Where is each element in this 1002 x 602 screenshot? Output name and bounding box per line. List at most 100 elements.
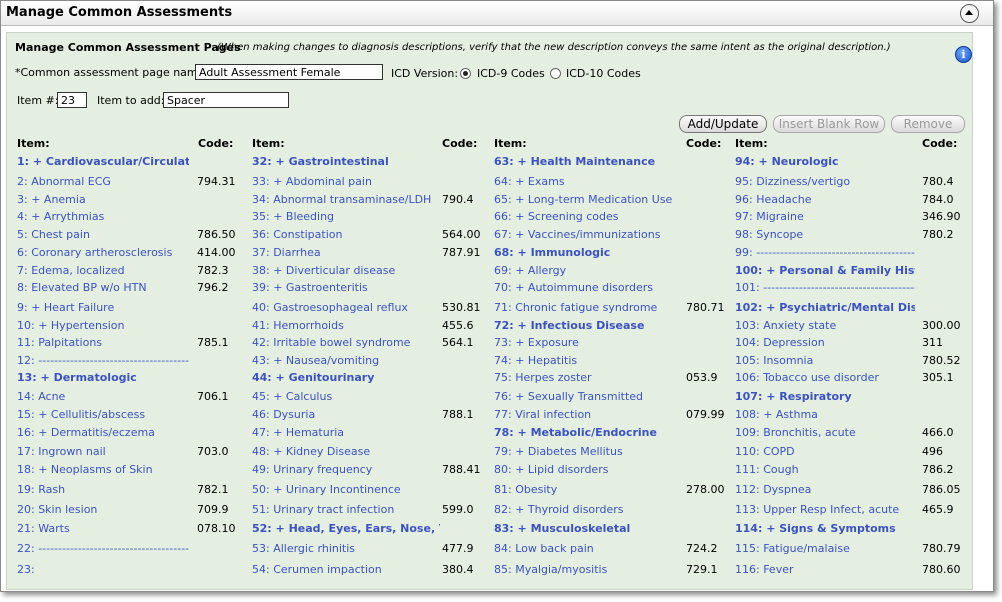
icd9-radio[interactable]: [460, 68, 471, 79]
item-link[interactable]: 36: Constipation: [252, 226, 440, 243]
list-item[interactable]: 20: Skin lesion 709.9: [17, 501, 242, 518]
item-link[interactable]: 18: + Neoplasms of Skin: [17, 461, 189, 478]
item-link[interactable]: 101: -----------------------------------…: [735, 279, 915, 296]
category-link[interactable]: 1: + Cardiovascular/Circulatory: [17, 153, 189, 170]
item-link[interactable]: 84: Low back pain: [494, 540, 682, 557]
item-link[interactable]: 105: Insomnia: [735, 352, 915, 369]
icd9-label[interactable]: ICD-9 Codes: [477, 67, 545, 80]
list-item[interactable]: 11: Palpitations 785.1: [17, 334, 242, 351]
item-link[interactable]: 33: + Abdominal pain: [252, 173, 440, 190]
item-link[interactable]: 85: Myalgia/myositis: [494, 561, 682, 578]
list-item[interactable]: 14: Acne 706.1: [17, 388, 242, 405]
list-item[interactable]: 5: Chest pain 786.50: [17, 226, 242, 243]
list-item[interactable]: 63: + Health Maintenance: [494, 153, 731, 170]
category-link[interactable]: 78: + Metabolic/Endocrine: [494, 424, 682, 441]
list-item[interactable]: 81: Obesity 278.00: [494, 481, 731, 498]
item-link[interactable]: 80: + Lipid disorders: [494, 461, 682, 478]
item-link[interactable]: 41: Hemorrhoids: [252, 317, 440, 334]
item-link[interactable]: 38: + Diverticular disease: [252, 262, 440, 279]
list-item[interactable]: 34: Abnormal transaminase/LDH 790.4: [252, 191, 487, 208]
item-link[interactable]: 71: Chronic fatigue syndrome: [494, 299, 682, 316]
list-item[interactable]: 40: Gastroesophageal reflux 530.81: [252, 299, 487, 316]
list-item[interactable]: 113: Upper Resp Infect, acute 465.9: [735, 501, 967, 518]
list-item[interactable]: 76: + Sexually Transmitted: [494, 388, 731, 405]
page-name-input[interactable]: [195, 64, 383, 80]
list-item[interactable]: 33: + Abdominal pain: [252, 173, 487, 190]
list-item[interactable]: 111: Cough 786.2: [735, 461, 967, 478]
item-link[interactable]: 106: Tobacco use disorder: [735, 369, 915, 386]
list-item[interactable]: 53: Allergic rhinitis 477.9: [252, 540, 487, 557]
list-item[interactable]: 51: Urinary tract infection 599.0: [252, 501, 487, 518]
list-item[interactable]: 47: + Hematuria: [252, 424, 487, 441]
list-item[interactable]: 69: + Allergy: [494, 262, 731, 279]
list-item[interactable]: 54: Cerumen impaction 380.4: [252, 561, 487, 578]
item-link[interactable]: 96: Headache: [735, 191, 915, 208]
list-item[interactable]: 105: Insomnia 780.52: [735, 352, 967, 369]
list-item[interactable]: 21: Warts 078.10: [17, 520, 242, 537]
item-link[interactable]: 104: Depression: [735, 334, 915, 351]
category-link[interactable]: 52: + Head, Eyes, Ears, Nose, Throat: [252, 520, 440, 537]
list-item[interactable]: 101: -----------------------------------…: [735, 279, 967, 296]
item-link[interactable]: 21: Warts: [17, 520, 189, 537]
list-item[interactable]: 100: + Personal & Family History: [735, 262, 967, 279]
item-link[interactable]: 69: + Allergy: [494, 262, 682, 279]
list-item[interactable]: 35: + Bleeding: [252, 208, 487, 225]
list-item[interactable]: 2: Abnormal ECG 794.31: [17, 173, 242, 190]
item-link[interactable]: 110: COPD: [735, 443, 915, 460]
item-link[interactable]: 43: + Nausea/vomiting: [252, 352, 440, 369]
icd10-label[interactable]: ICD-10 Codes: [566, 67, 641, 80]
list-item[interactable]: 102: + Psychiatric/Mental Disorders: [735, 299, 967, 316]
item-link[interactable]: 8: Elevated BP w/o HTN: [17, 279, 189, 296]
item-link[interactable]: 35: + Bleeding: [252, 208, 440, 225]
list-item[interactable]: 73: + Exposure: [494, 334, 731, 351]
list-item[interactable]: 94: + Neurologic: [735, 153, 967, 170]
item-link[interactable]: 16: + Dermatitis/eczema: [17, 424, 189, 441]
list-item[interactable]: 85: Myalgia/myositis 729.1: [494, 561, 731, 578]
list-item[interactable]: 13: + Dermatologic: [17, 369, 242, 386]
category-link[interactable]: 83: + Musculoskeletal: [494, 520, 682, 537]
list-item[interactable]: 12: ------------------------------------…: [17, 352, 242, 369]
category-link[interactable]: 68: + Immunologic: [494, 244, 682, 261]
item-link[interactable]: 64: + Exams: [494, 173, 682, 190]
list-item[interactable]: 108: + Asthma: [735, 406, 967, 423]
list-item[interactable]: 66: + Screening codes: [494, 208, 731, 225]
item-link[interactable]: 97: Migraine: [735, 208, 915, 225]
item-link[interactable]: 11: Palpitations: [17, 334, 189, 351]
list-item[interactable]: 72: + Infectious Disease: [494, 317, 731, 334]
list-item[interactable]: 41: Hemorrhoids 455.6: [252, 317, 487, 334]
list-item[interactable]: 18: + Neoplasms of Skin: [17, 461, 242, 478]
list-item[interactable]: 68: + Immunologic: [494, 244, 731, 261]
list-item[interactable]: 32: + Gastrointestinal: [252, 153, 487, 170]
item-to-add-input[interactable]: [163, 92, 289, 108]
item-link[interactable]: 15: + Cellulitis/abscess: [17, 406, 189, 423]
list-item[interactable]: 8: Elevated BP w/o HTN 796.2: [17, 279, 242, 296]
list-item[interactable]: 95: Dizziness/vertigo 780.4: [735, 173, 967, 190]
list-item[interactable]: 74: + Hepatitis: [494, 352, 731, 369]
item-link[interactable]: 99: ------------------------------------…: [735, 244, 915, 261]
category-link[interactable]: 13: + Dermatologic: [17, 369, 189, 386]
list-item[interactable]: 110: COPD 496: [735, 443, 967, 460]
list-item[interactable]: 77: Viral infection 079.99: [494, 406, 731, 423]
list-item[interactable]: 9: + Heart Failure: [17, 299, 242, 316]
item-link[interactable]: 45: + Calculus: [252, 388, 440, 405]
list-item[interactable]: 45: + Calculus: [252, 388, 487, 405]
item-link[interactable]: 75: Herpes zoster: [494, 369, 682, 386]
category-link[interactable]: 44: + Genitourinary: [252, 369, 440, 386]
list-item[interactable]: 103: Anxiety state 300.00: [735, 317, 967, 334]
item-link[interactable]: 19: Rash: [17, 481, 189, 498]
list-item[interactable]: 79: + Diabetes Mellitus: [494, 443, 731, 460]
item-link[interactable]: 98: Syncope: [735, 226, 915, 243]
list-item[interactable]: 16: + Dermatitis/eczema: [17, 424, 242, 441]
item-link[interactable]: 66: + Screening codes: [494, 208, 682, 225]
info-icon[interactable]: i: [955, 46, 972, 63]
item-link[interactable]: 47: + Hematuria: [252, 424, 440, 441]
item-link[interactable]: 53: Allergic rhinitis: [252, 540, 440, 557]
item-link[interactable]: 9: + Heart Failure: [17, 299, 189, 316]
list-item[interactable]: 19: Rash 782.1: [17, 481, 242, 498]
item-link[interactable]: 3: + Anemia: [17, 191, 189, 208]
list-item[interactable]: 71: Chronic fatigue syndrome 780.71: [494, 299, 731, 316]
icd10-radio[interactable]: [550, 68, 561, 79]
collapse-up-icon[interactable]: [960, 4, 979, 23]
item-link[interactable]: 10: + Hypertension: [17, 317, 189, 334]
item-link[interactable]: 67: + Vaccines/immunizations: [494, 226, 682, 243]
